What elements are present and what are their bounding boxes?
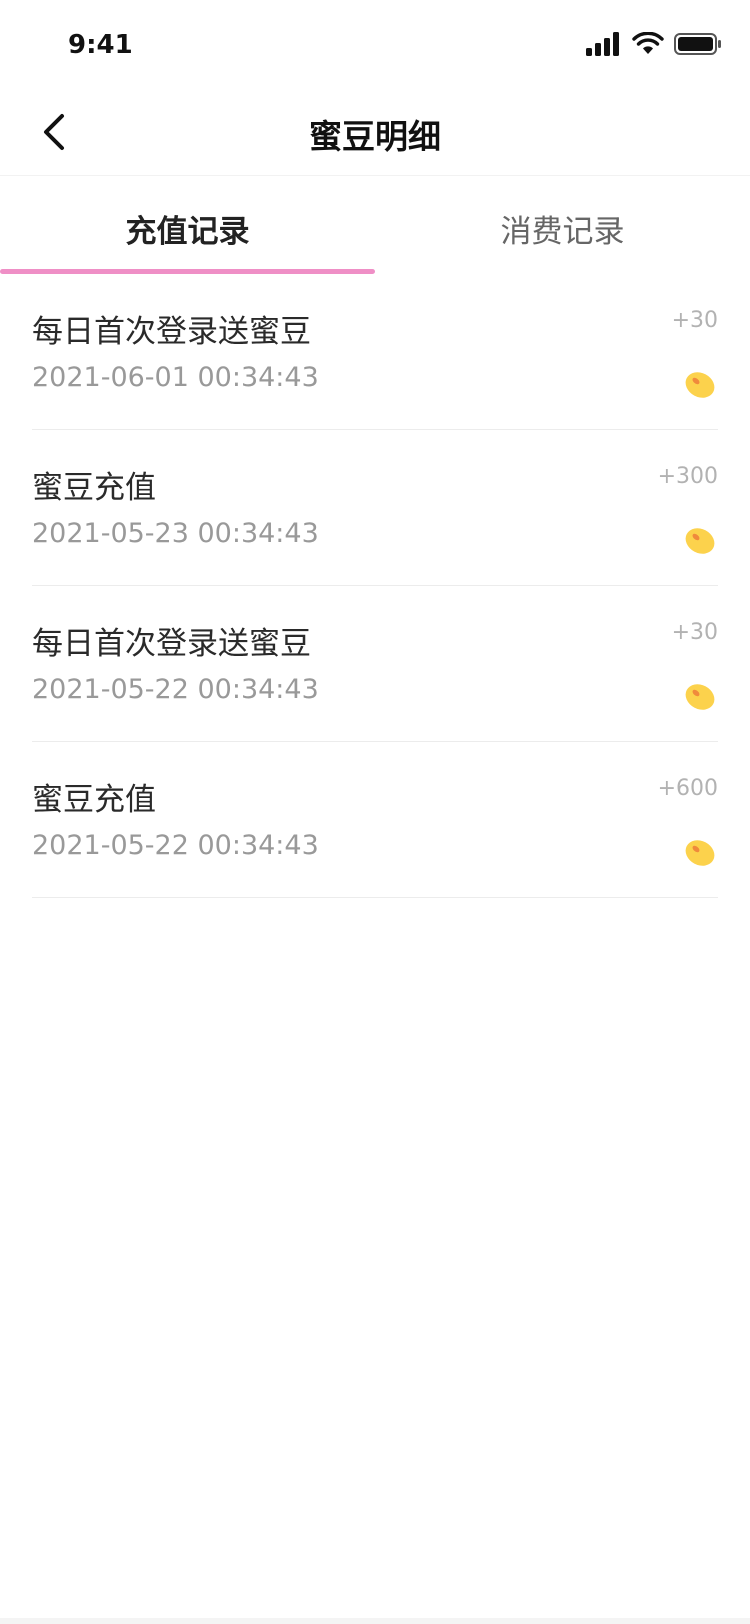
record-amount: +300 [657,464,718,489]
record-amount: +30 [671,308,718,333]
record-amount: +600 [657,776,718,801]
wifi-icon [632,32,664,54]
battery-icon [674,33,721,55]
tab-label: 消费记录 [500,214,625,250]
nav-bar: 蜜豆明细 [0,88,750,176]
bottom-edge [0,1618,750,1624]
record-list: 每日首次登录送蜜豆 2021-06-01 00:34:43 +30 蜜豆充值 2… [32,274,718,898]
record-time: 2021-05-22 00:34:43 [32,674,319,705]
record-title: 蜜豆充值 [32,782,156,818]
tab-label: 充值记录 [125,214,250,250]
record-time: 2021-05-23 00:34:43 [32,518,319,549]
record-amount: +30 [671,620,718,645]
record-title: 每日首次登录送蜜豆 [32,626,311,662]
list-item[interactable]: 蜜豆充值 2021-05-23 00:34:43 +300 [32,430,718,586]
signal-icon [586,32,619,56]
list-item[interactable]: 蜜豆充值 2021-05-22 00:34:43 +600 [32,742,718,898]
bean-icon [685,684,715,710]
list-item[interactable]: 每日首次登录送蜜豆 2021-05-22 00:34:43 +30 [32,586,718,742]
status-icons [586,32,722,56]
page-title: 蜜豆明细 [309,117,441,156]
record-title: 蜜豆充值 [32,470,156,506]
bean-icon [685,528,715,554]
record-time: 2021-06-01 00:34:43 [32,362,319,393]
bean-detail-page: 9:41 蜜豆明细 充值记录 消费记录 每日首次登录送蜜豆 2021-06-01… [0,0,750,1624]
tab-bar: 充值记录 消费记录 [0,176,750,274]
bean-icon [685,372,715,398]
list-item[interactable]: 每日首次登录送蜜豆 2021-06-01 00:34:43 +30 [32,274,718,430]
status-bar: 9:41 [0,0,750,88]
tab-consumption-records[interactable]: 消费记录 [375,176,750,274]
record-time: 2021-05-22 00:34:43 [32,830,319,861]
tab-recharge-records[interactable]: 充值记录 [0,176,375,274]
bean-icon [685,840,715,866]
record-title: 每日首次登录送蜜豆 [32,314,311,350]
status-time: 9:41 [68,30,133,60]
